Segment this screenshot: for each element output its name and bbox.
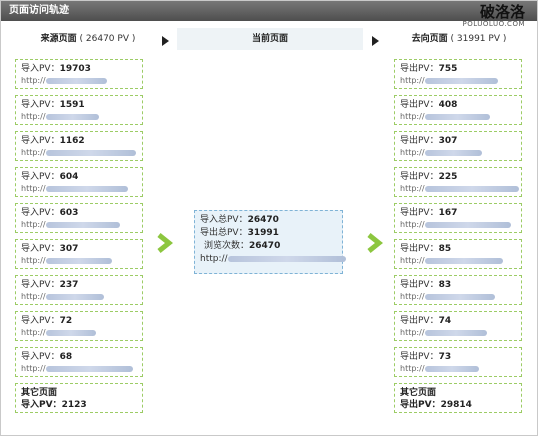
source-item[interactable]: 导入PV：68 http:// <box>15 347 143 377</box>
page-url-link[interactable]: http:// <box>400 363 516 375</box>
sources-header-count: ( 26470 PV ) <box>79 34 136 44</box>
other-pages-title: 其它页面 <box>21 388 58 398</box>
source-item[interactable]: 导入PV：72 http:// <box>15 311 143 341</box>
pv-line: 导入PV：237 <box>21 280 79 290</box>
page-url-link[interactable]: http:// <box>400 255 516 267</box>
destination-item[interactable]: 导出PV：167 http:// <box>394 203 522 233</box>
page-url-link[interactable]: http:// <box>400 219 516 231</box>
header-arrow-icon <box>162 36 169 46</box>
destination-item[interactable]: 导出PV：83 http:// <box>394 275 522 305</box>
destinations-header-label: 去向页面 <box>411 34 448 44</box>
pv-line: 导入PV：68 <box>21 352 73 362</box>
pv-line: 导入PV：19703 <box>21 64 91 74</box>
other-pages-title: 其它页面 <box>400 388 437 398</box>
flow-arrow-in-icon <box>157 233 174 253</box>
destinations-header-count: ( 31991 PV ) <box>450 34 507 44</box>
current-in-pv: 导入总PV：26470 <box>200 215 279 225</box>
destinations-list: 导出PV：755 http://导出PV：408 http://导出PV：307 ht… <box>394 59 522 419</box>
pv-line: 导出PV：29814 <box>400 400 472 410</box>
destinations-column-header: 去向页面 ( 31991 PV ) <box>389 28 529 50</box>
sources-column-header: 来源页面 ( 26470 PV ) <box>13 28 163 50</box>
destination-item[interactable]: 导出PV：85 http:// <box>394 239 522 269</box>
pv-line: 导入PV：2123 <box>21 400 87 410</box>
page-url-link[interactable]: http:// <box>400 183 519 195</box>
pv-line: 导出PV：408 <box>400 100 458 110</box>
pv-line: 导入PV：603 <box>21 208 79 218</box>
panel-title: 页面访问轨迹 <box>9 5 69 16</box>
destination-item[interactable]: 导出PV：307 http:// <box>394 131 522 161</box>
current-header-label: 当前页面 <box>251 34 288 44</box>
pv-line: 导入PV：604 <box>21 172 79 182</box>
current-column-header: 当前页面 <box>177 28 363 50</box>
source-item[interactable]: 导入PV：237 http:// <box>15 275 143 305</box>
pv-line: 导出PV：167 <box>400 208 458 218</box>
sources-list: 导入PV：19703 http://导入PV：1591 http://导入PV：11… <box>15 59 143 419</box>
destination-item[interactable]: 导出PV：73 http:// <box>394 347 522 377</box>
pv-line: 导入PV：1591 <box>21 100 85 110</box>
pv-line: 导出PV：83 <box>400 280 452 290</box>
page-url-link[interactable]: http:// <box>400 291 516 303</box>
page-url-link[interactable]: http:// <box>21 291 137 303</box>
header-arrow-icon <box>372 36 379 46</box>
destination-item[interactable]: 导出PV：755 http:// <box>394 59 522 89</box>
page-url-link[interactable]: http:// <box>400 111 516 123</box>
page-url-link[interactable]: http:// <box>21 363 137 375</box>
page-url-link[interactable]: http:// <box>21 75 137 87</box>
destination-other-item: 其它页面导出PV：29814 <box>394 383 522 413</box>
source-item[interactable]: 导入PV：1162 http:// <box>15 131 143 161</box>
pv-line: 导入PV：307 <box>21 244 79 254</box>
source-item[interactable]: 导入PV：604 http:// <box>15 167 143 197</box>
destination-item[interactable]: 导出PV：225 http:// <box>394 167 522 197</box>
pv-line: 导入PV：1162 <box>21 136 85 146</box>
page-url-link[interactable]: http:// <box>400 75 516 87</box>
page-trace-panel: 页面访问轨迹 破洛洛 POLUOLUO.COM 来源页面 ( 26470 PV … <box>0 0 538 436</box>
page-url-link[interactable]: http:// <box>400 147 516 159</box>
pv-line: 导出PV：225 <box>400 172 458 182</box>
destination-item[interactable]: 导出PV：408 http:// <box>394 95 522 125</box>
pv-line: 导出PV：73 <box>400 352 452 362</box>
watermark-text: 破洛洛 <box>479 3 525 21</box>
source-item[interactable]: 导入PV：603 http:// <box>15 203 143 233</box>
destination-item[interactable]: 导出PV：74 http:// <box>394 311 522 341</box>
source-item[interactable]: 导入PV：1591 http:// <box>15 95 143 125</box>
source-item[interactable]: 导入PV：307 http:// <box>15 239 143 269</box>
page-url-link[interactable]: http:// <box>21 183 137 195</box>
current-page-box: 导入总PV：26470 导出总PV：31991 浏览次数：26470 http:… <box>194 210 346 274</box>
current-page-url[interactable]: http:// <box>200 253 346 266</box>
page-url-link[interactable]: http:// <box>21 219 137 231</box>
page-url-link[interactable]: http:// <box>21 255 137 267</box>
page-url-link[interactable]: http:// <box>21 327 137 339</box>
flow-arrow-out-icon <box>367 233 384 253</box>
pv-line: 导出PV：74 <box>400 316 452 326</box>
page-url-link[interactable]: http:// <box>21 111 137 123</box>
current-out-pv: 导出总PV：31991 <box>200 228 279 238</box>
pv-line: 导出PV：307 <box>400 136 458 146</box>
current-views: 浏览次数：26470 <box>204 241 281 251</box>
pv-line: 导入PV：72 <box>21 316 73 326</box>
sources-header-label: 来源页面 <box>40 34 77 44</box>
watermark-logo: 破洛洛 POLUOLUO.COM <box>463 5 525 29</box>
page-url-link[interactable]: http:// <box>400 327 516 339</box>
panel-title-bar: 页面访问轨迹 <box>1 1 537 21</box>
page-url-link[interactable]: http:// <box>21 147 137 159</box>
pv-line: 导出PV：85 <box>400 244 452 254</box>
source-item[interactable]: 导入PV：19703 http:// <box>15 59 143 89</box>
pv-line: 导出PV：755 <box>400 64 458 74</box>
source-other-item: 其它页面导入PV：2123 <box>15 383 143 413</box>
